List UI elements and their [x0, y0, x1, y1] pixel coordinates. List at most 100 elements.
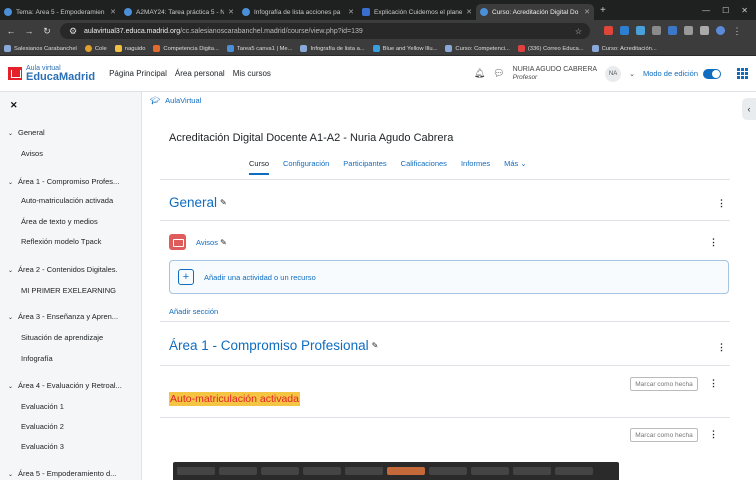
bookmark-item[interactable]: Curso: Acreditación...: [591, 45, 657, 52]
close-icon[interactable]: ✕: [584, 8, 590, 16]
chevron-down-icon[interactable]: ⌄: [8, 314, 18, 321]
open-block-drawer-button[interactable]: ‹: [742, 98, 756, 120]
pencil-icon[interactable]: ✎: [372, 341, 379, 350]
tab-participants[interactable]: Participantes: [343, 159, 386, 175]
pencil-icon[interactable]: ✎: [220, 198, 227, 207]
course-index-section[interactable]: ⌄ Área 4 - Evaluación y Retroal...: [8, 381, 122, 390]
new-tab-button[interactable]: +: [600, 5, 606, 16]
bookmark-item[interactable]: Competencia Digita...: [153, 45, 219, 52]
site-logo[interactable]: Aula virtual EducaMadrid: [8, 65, 95, 83]
pencil-icon[interactable]: ✎: [220, 238, 227, 247]
bookmark-star-icon[interactable]: ☆: [575, 27, 582, 36]
apps-grid-icon[interactable]: [737, 68, 748, 79]
user-menu[interactable]: NURIA AGUDO CABRERA Profesor: [513, 66, 597, 81]
browser-tab[interactable]: A2MAY24: Tarea práctica 5 - N ✕: [120, 4, 238, 20]
course-index-item[interactable]: Auto-matriculación activada: [21, 196, 113, 205]
reload-icon[interactable]: ↻: [42, 26, 52, 37]
close-icon[interactable]: ✕: [348, 8, 354, 16]
chevron-down-icon: ⌄: [520, 159, 527, 168]
course-index-item[interactable]: Avisos: [21, 149, 43, 158]
bookmark-item[interactable]: Curso: Competenci...: [445, 45, 510, 52]
course-index-item[interactable]: Infografía: [21, 354, 53, 363]
forward-icon[interactable]: →: [24, 26, 34, 36]
activity-menu-icon[interactable]: ⋮: [709, 237, 718, 248]
close-icon[interactable]: ✕: [228, 8, 234, 16]
extension-icon[interactable]: [668, 25, 677, 35]
mark-as-done-button[interactable]: Marcar como hecha: [630, 377, 698, 391]
bookmark-item[interactable]: Blue and Yellow Illu...: [372, 45, 437, 52]
course-index-item[interactable]: MI PRIMER EXELEARNING: [21, 286, 116, 295]
course-index-section[interactable]: ⌄ Área 2 - Contenidos Digitales.: [8, 265, 118, 274]
bookmark-item[interactable]: Salesianos Carabanchel: [4, 45, 77, 52]
nav-my-courses[interactable]: Mis cursos: [233, 69, 271, 78]
edit-mode-switch[interactable]: Modo de edición: [643, 68, 721, 79]
avatar[interactable]: NA: [605, 65, 622, 82]
activity-link[interactable]: Avisos ✎: [196, 238, 227, 247]
chevron-down-icon[interactable]: ⌄: [8, 267, 18, 274]
close-window-icon[interactable]: ✕: [741, 6, 748, 15]
bookmark-item[interactable]: Infografía de lista a...: [300, 45, 365, 52]
bookmark-item[interactable]: Cole: [84, 45, 107, 52]
browser-tab[interactable]: Tema: Área 5 - Empoderamien ✕: [0, 4, 120, 20]
bell-icon[interactable]: 🔔︎: [474, 68, 485, 79]
chevron-down-icon[interactable]: ⌄: [8, 179, 18, 186]
bookmark-item[interactable]: Tarea5 canva1 | Me...: [226, 45, 292, 52]
tab-settings[interactable]: Configuración: [283, 159, 329, 175]
bookmark-item[interactable]: naguido: [114, 45, 145, 52]
mark-as-done-button[interactable]: Marcar como hecha: [630, 428, 698, 442]
course-index-item[interactable]: Área de texto y medios: [21, 217, 98, 226]
site-info-icon[interactable]: ⚙: [68, 26, 78, 37]
section-title-area1[interactable]: Área 1 - Compromiso Profesional ✎: [169, 338, 378, 353]
add-activity-button[interactable]: + Añadir una actividad o un recurso: [169, 260, 729, 294]
course-index-section[interactable]: ⌄ Área 3 - Enseñanza y Apren...: [8, 312, 118, 321]
minimize-icon[interactable]: —: [702, 6, 710, 15]
profile-icon[interactable]: [716, 25, 725, 35]
tab-reports[interactable]: Informes: [461, 159, 490, 175]
course-index-item[interactable]: Reflexión modelo Tpack: [21, 237, 101, 246]
chevron-down-icon[interactable]: ⌄: [8, 471, 18, 478]
browser-tab[interactable]: Infografía de lista acciones pa ✕: [238, 4, 358, 20]
tab-grades[interactable]: Calificaciones: [401, 159, 447, 175]
sidepanel-icon[interactable]: [700, 25, 709, 35]
extension-icon[interactable]: [604, 25, 613, 35]
course-index-item[interactable]: Situación de aprendizaje: [21, 333, 103, 342]
bookmark-item[interactable]: (336) Correo Educa...: [517, 45, 584, 52]
section-menu-icon[interactable]: ⋮: [717, 342, 726, 353]
section-menu-icon[interactable]: ⋮: [717, 198, 726, 209]
add-section-link[interactable]: Añadir sección: [169, 307, 218, 316]
menu-kebab-icon[interactable]: ⋮: [732, 26, 742, 37]
course-index-item[interactable]: Evaluación 1: [21, 402, 64, 411]
extension-icon[interactable]: [620, 25, 629, 35]
tab-course[interactable]: Curso: [249, 159, 270, 175]
puzzle-icon[interactable]: [684, 25, 693, 35]
browser-tab[interactable]: Explicación Cuidemos el planet ✕: [358, 4, 476, 20]
chat-icon[interactable]: 💬︎: [493, 68, 504, 79]
activity-menu-icon[interactable]: ⋮: [709, 429, 718, 440]
course-index-item[interactable]: Evaluación 2: [21, 422, 64, 431]
extension-icon[interactable]: [652, 25, 661, 35]
chevron-down-icon[interactable]: ⌄: [8, 383, 18, 390]
close-icon[interactable]: ✕: [466, 8, 472, 16]
nav-dashboard[interactable]: Área personal: [175, 69, 225, 78]
tab-more[interactable]: Más ⌄: [504, 159, 527, 175]
course-index-section[interactable]: ⌄ General: [8, 128, 45, 137]
moodle-icon: [480, 8, 488, 16]
back-icon[interactable]: ←: [6, 26, 16, 36]
extension-icon[interactable]: [636, 25, 645, 35]
address-bar[interactable]: ⚙ aulavirtual37.educa.madrid.org/cc.sale…: [60, 23, 590, 39]
course-index-section[interactable]: ⌄ Área 1 - Compromiso Profes...: [8, 177, 119, 186]
activity-menu-icon[interactable]: ⋮: [709, 378, 718, 389]
course-index-section[interactable]: ⌄ Área 5 - Empoderamiento d...: [8, 469, 116, 478]
close-drawer-icon[interactable]: ✕: [10, 100, 18, 111]
course-index-item[interactable]: Evaluación 3: [21, 442, 64, 451]
section-title-general[interactable]: General ✎: [169, 195, 227, 210]
toggle-switch[interactable]: [703, 68, 721, 79]
chevron-down-icon[interactable]: ⌄: [8, 130, 18, 137]
nav-home[interactable]: Página Principal: [109, 69, 167, 78]
chevron-down-icon[interactable]: ⌄: [629, 70, 635, 78]
globe-icon: [300, 45, 308, 52]
maximize-icon[interactable]: ☐: [722, 6, 729, 15]
close-icon[interactable]: ✕: [110, 8, 116, 16]
browser-tab-active[interactable]: Curso: Acreditación Digital Do ✕: [476, 4, 594, 20]
breadcrumb[interactable]: 🎓︎ AulaVirtual: [150, 96, 201, 105]
